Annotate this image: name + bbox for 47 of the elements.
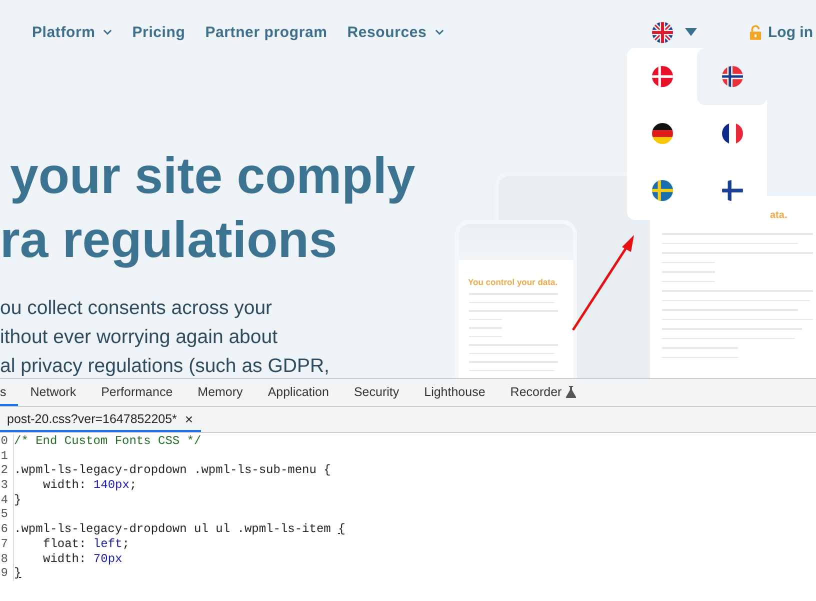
line-number: 1 <box>0 448 14 464</box>
line-number: 7 <box>0 536 14 552</box>
flag-icon <box>722 66 742 87</box>
line-number: 6 <box>0 522 14 537</box>
line-number: 3 <box>0 478 14 493</box>
login-link[interactable]: Log in <box>749 24 813 40</box>
code-line: .wpml-ls-legacy-dropdown .wpml-ls-sub-menu { <box>14 463 331 478</box>
paragraph-line: al privacy regulations (such as GDPR, <box>0 354 330 378</box>
flag-icon <box>652 180 672 201</box>
devtools-tab[interactable]: Application <box>256 379 342 406</box>
caption-text: ata. <box>769 209 788 223</box>
code-line: .wpml-ls-legacy-dropdown ul ul .wpml-ls-item { <box>14 522 346 537</box>
paragraph-line: ithout ever worrying again about <box>0 325 279 350</box>
flag-icon <box>652 22 673 42</box>
nav-link[interactable]: Platform <box>32 24 112 40</box>
code-line: /* End Custom Fonts CSS */ <box>14 434 202 449</box>
flag-icon <box>652 66 672 87</box>
nav-link[interactable]: Pricing <box>132 24 186 40</box>
devtools-tab[interactable]: Memory <box>186 379 256 406</box>
flag-icon <box>652 123 672 144</box>
heading-line: ra regulations <box>0 210 338 270</box>
language-switcher[interactable] <box>652 20 697 44</box>
nav-link[interactable]: Partner program <box>205 24 328 40</box>
heading-line: your site comply <box>9 146 416 206</box>
devtools-tab[interactable]: Security <box>342 379 412 406</box>
code-line: float: left; <box>42 536 130 552</box>
devtools-tab[interactable]: Network <box>18 379 90 406</box>
devtools-tab[interactable]: Performance <box>89 379 186 406</box>
line-number: 5 <box>0 507 14 522</box>
devtools-tab[interactable]: Lighthouse <box>412 379 498 406</box>
line-number: 0 <box>0 434 14 449</box>
flag-icon <box>722 180 742 201</box>
line-number: 4 <box>0 492 14 508</box>
code-line: } <box>14 492 22 508</box>
paragraph-line: ou collect consents across your <box>0 296 274 321</box>
caption-text: You control your data. <box>467 276 559 289</box>
devtools-tab[interactable]: Recorder <box>498 379 589 406</box>
nav-link[interactable]: Resources <box>347 24 444 40</box>
code-line: width: 70px <box>42 552 122 566</box>
line-number: 9 <box>0 566 14 581</box>
line-number: 8 <box>0 552 14 566</box>
unlocked-padlock-icon <box>749 24 762 40</box>
close-icon[interactable]: × <box>184 410 194 426</box>
code-line: width: 140px; <box>42 478 137 493</box>
flag-icon <box>722 123 742 144</box>
code-line: } <box>14 566 22 581</box>
line-number: 2 <box>0 463 14 478</box>
